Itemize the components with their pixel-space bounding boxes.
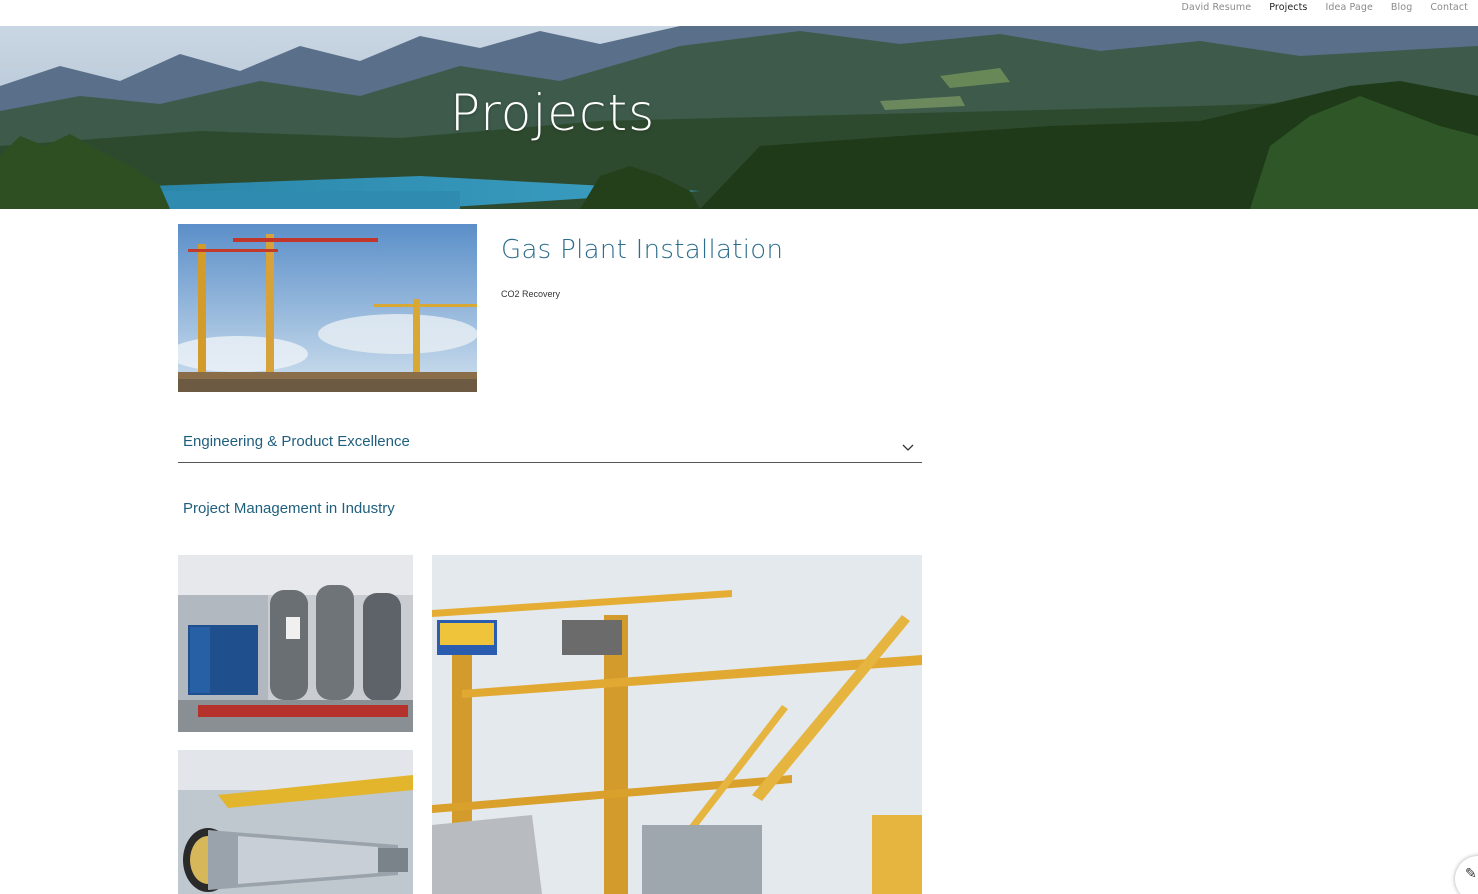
- featured-project-subtitle: CO2 Recovery: [501, 289, 561, 299]
- page-title: Projects: [450, 84, 656, 142]
- nav-item-projects[interactable]: Projects: [1269, 2, 1307, 13]
- featured-project-title[interactable]: Gas Plant Installation: [501, 235, 783, 265]
- nav-menu: David Resume Projects Idea Page Blog Con…: [1181, 2, 1468, 13]
- top-navigation: David Resume Projects Idea Page Blog Con…: [0, 0, 1478, 26]
- gallery-image-cranes[interactable]: [432, 555, 922, 894]
- featured-project-image[interactable]: [178, 224, 477, 392]
- nav-item-idea-page[interactable]: Idea Page: [1326, 2, 1373, 13]
- pencil-icon: ✎: [1465, 866, 1477, 882]
- hero-banner: Projects: [0, 26, 1478, 209]
- chevron-down-icon[interactable]: [902, 437, 914, 456]
- hero-landscape-image: [0, 26, 1478, 209]
- page: David Resume Projects Idea Page Blog Con…: [0, 0, 1478, 894]
- nav-item-david-resume[interactable]: David Resume: [1181, 2, 1251, 13]
- gallery-image-equipment[interactable]: [178, 555, 413, 732]
- project-management-link[interactable]: Project Management in Industry: [183, 500, 395, 517]
- nav-item-contact[interactable]: Contact: [1430, 2, 1468, 13]
- accordion-engineering-excellence[interactable]: Engineering & Product Excellence: [178, 428, 922, 463]
- nav-item-blog[interactable]: Blog: [1391, 2, 1412, 13]
- accordion-label: Engineering & Product Excellence: [183, 433, 410, 450]
- edit-button[interactable]: ✎: [1455, 856, 1478, 894]
- gallery-image-turbine[interactable]: [178, 750, 413, 894]
